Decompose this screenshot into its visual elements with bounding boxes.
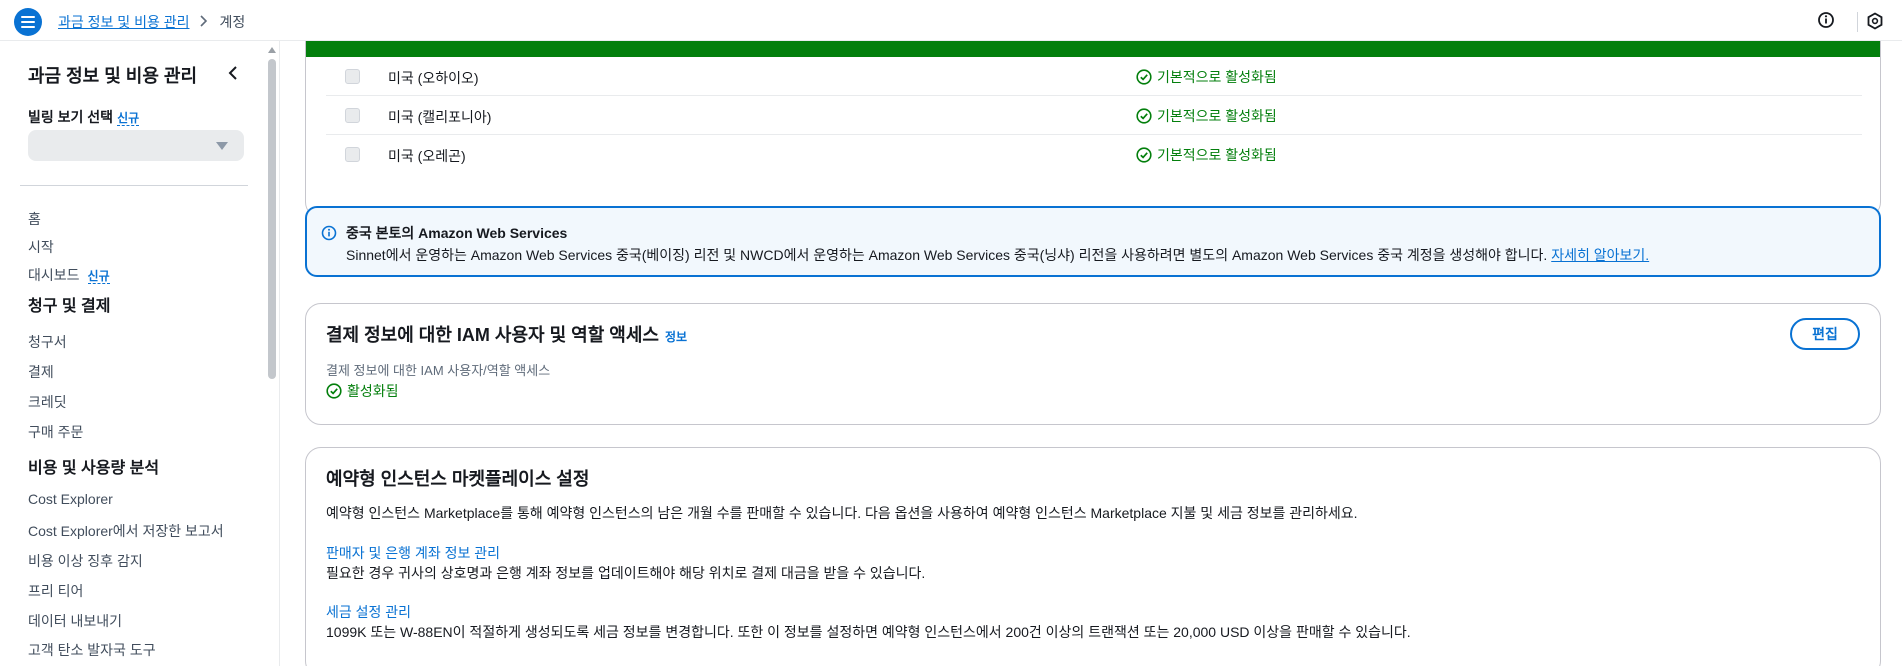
sidebar-item-cost-explorer[interactable]: Cost Explorer — [28, 491, 113, 507]
sidebar-item-anomaly-detection[interactable]: 비용 이상 징후 감지 — [28, 551, 143, 571]
sidebar-item-saved-reports[interactable]: Cost Explorer에서 저장한 보고서 — [28, 521, 224, 541]
sidebar-item-data-exports[interactable]: 데이터 내보내기 — [28, 611, 122, 631]
table-row: 미국 (오레곤) 기본적으로 활성화됨 — [326, 135, 1862, 174]
info-link[interactable]: 정보 — [665, 330, 687, 344]
main-content: 미국 (오하이오) 기본적으로 활성화됨 미국 (캘리포니아) 기본적으로 활성… — [281, 41, 1902, 666]
check-circle-icon — [1136, 69, 1152, 85]
region-status: 기본적으로 활성화됨 — [1136, 106, 1277, 126]
check-circle-icon — [326, 383, 342, 399]
billing-view-label: 빌링 보기 선택 신규 — [28, 107, 140, 127]
ri-marketplace-panel: 예약형 인스턴스 마켓플레이스 설정 예약형 인스턴스 Marketplace를… — [305, 447, 1881, 666]
billing-view-text: 빌링 보기 선택 — [28, 109, 114, 125]
sidebar-item-payments[interactable]: 결제 — [28, 362, 54, 382]
region-status: 기본적으로 활성화됨 — [1136, 67, 1277, 87]
table-row: 미국 (오하이오) 기본적으로 활성화됨 — [326, 57, 1862, 96]
region-name: 미국 (캘리포니아) — [388, 109, 492, 125]
row-checkbox[interactable] — [345, 147, 360, 162]
row-checkbox[interactable] — [345, 69, 360, 84]
check-circle-icon — [1136, 147, 1152, 163]
caret-down-icon — [216, 142, 228, 150]
regions-panel: 미국 (오하이오) 기본적으로 활성화됨 미국 (캘리포니아) 기본적으로 활성… — [305, 41, 1881, 218]
seller-info-description: 필요한 경우 귀사의 상호명과 은행 계좌 정보를 업데이트해야 해당 위치로 … — [326, 565, 926, 581]
sidebar-title: 과금 정보 및 비용 관리 — [28, 66, 198, 86]
scrollbar-thumb[interactable] — [268, 59, 276, 379]
sidebar-item-carbon-footprint[interactable]: 고객 탄소 발자국 도구 — [28, 640, 156, 660]
hamburger-menu-icon[interactable] — [14, 8, 42, 36]
sidebar-item-dashboard-label: 대시보드 — [28, 267, 80, 283]
chevron-left-icon[interactable] — [226, 65, 242, 81]
region-name: 미국 (오레곤) — [388, 148, 466, 164]
new-badge[interactable]: 신규 — [87, 269, 110, 284]
iam-access-title: 결제 정보에 대한 IAM 사용자 및 역할 액세스 정보 — [326, 321, 687, 347]
side-navigation: 과금 정보 및 비용 관리 빌링 보기 선택 신규 홈 시작 대시보드 신규 청구 … — [0, 41, 280, 666]
sidebar-scrollbar[interactable] — [266, 45, 278, 666]
tax-settings-link[interactable]: 세금 설정 관리 — [326, 602, 411, 622]
sidebar-item-dashboard[interactable]: 대시보드 신규 — [28, 265, 110, 285]
ri-marketplace-description: 예약형 인스턴스 Marketplace를 통해 예약형 인스턴스의 남은 개월… — [326, 505, 1358, 521]
sidebar-divider — [20, 185, 248, 186]
iam-access-panel: 결제 정보에 대한 IAM 사용자 및 역할 액세스 정보 편집 결제 정보에 대… — [305, 303, 1881, 425]
tax-settings-description: 1099K 또는 W-88EN이 적절하게 생성되도록 세금 정보를 변경합니다… — [326, 624, 1411, 640]
top-navigation-bar: 과금 정보 및 비용 관리 계정 — [0, 0, 1902, 41]
scroll-up-arrow-icon[interactable] — [268, 47, 276, 53]
sidebar-item-free-tier[interactable]: 프리 티어 — [28, 581, 83, 601]
breadcrumb: 과금 정보 및 비용 관리 계정 — [58, 12, 245, 32]
billing-view-select[interactable] — [28, 130, 244, 161]
check-circle-icon — [1136, 108, 1152, 124]
seller-info-link[interactable]: 판매자 및 은행 계좌 정보 관리 — [326, 543, 500, 563]
chevron-right-icon — [200, 14, 208, 30]
info-icon[interactable] — [1817, 11, 1835, 29]
sidebar-item-getting-started[interactable]: 시작 — [28, 237, 54, 257]
china-info-alert: 중국 본토의 Amazon Web Services Sinnet에서 운영하는… — [305, 206, 1881, 277]
sidebar-item-home[interactable]: 홈 — [28, 209, 41, 229]
hexagon-settings-icon[interactable] — [1866, 12, 1884, 30]
region-status-text: 기본적으로 활성화됨 — [1157, 147, 1277, 163]
info-icon — [321, 225, 337, 241]
iam-access-status-text: 활성화됨 — [347, 383, 399, 399]
breadcrumb-link-billing[interactable]: 과금 정보 및 비용 관리 — [58, 12, 189, 32]
alert-title: 중국 본토의 Amazon Web Services — [346, 225, 568, 241]
sidebar-item-purchase-orders[interactable]: 구매 주문 — [28, 422, 83, 442]
alert-description: Sinnet에서 운영하는 Amazon Web Services 중국(베이징… — [346, 245, 1649, 265]
edit-button[interactable]: 편집 — [1790, 318, 1860, 350]
sidebar-section-cost: 비용 및 사용량 분석 — [28, 460, 160, 477]
status-banner — [306, 41, 1880, 57]
region-name: 미국 (오하이오) — [388, 70, 479, 86]
sidebar-item-bills[interactable]: 청구서 — [28, 332, 67, 352]
breadcrumb-current: 계정 — [219, 14, 246, 30]
iam-access-title-text: 결제 정보에 대한 IAM 사용자 및 역할 액세스 — [326, 325, 659, 345]
iam-access-status: 활성화됨 — [326, 381, 399, 401]
sidebar-section-billing: 청구 및 결제 — [28, 298, 111, 315]
alert-description-text: Sinnet에서 운영하는 Amazon Web Services 중국(베이징… — [346, 247, 1548, 263]
learn-more-link[interactable]: 자세히 알아보기. — [1551, 247, 1649, 263]
ri-marketplace-title: 예약형 인스턴스 마켓플레이스 설정 — [326, 469, 590, 489]
iam-access-label: 결제 정보에 대한 IAM 사용자/역할 액세스 — [326, 363, 551, 378]
row-checkbox[interactable] — [345, 108, 360, 123]
new-badge[interactable]: 신규 — [117, 111, 140, 126]
region-status-text: 기본적으로 활성화됨 — [1157, 69, 1277, 85]
table-row: 미국 (캘리포니아) 기본적으로 활성화됨 — [326, 96, 1862, 135]
sidebar-item-credits[interactable]: 크레딧 — [28, 392, 67, 412]
region-status-text: 기본적으로 활성화됨 — [1157, 108, 1277, 124]
divider — [1857, 12, 1858, 32]
region-status: 기본적으로 활성화됨 — [1136, 145, 1277, 165]
